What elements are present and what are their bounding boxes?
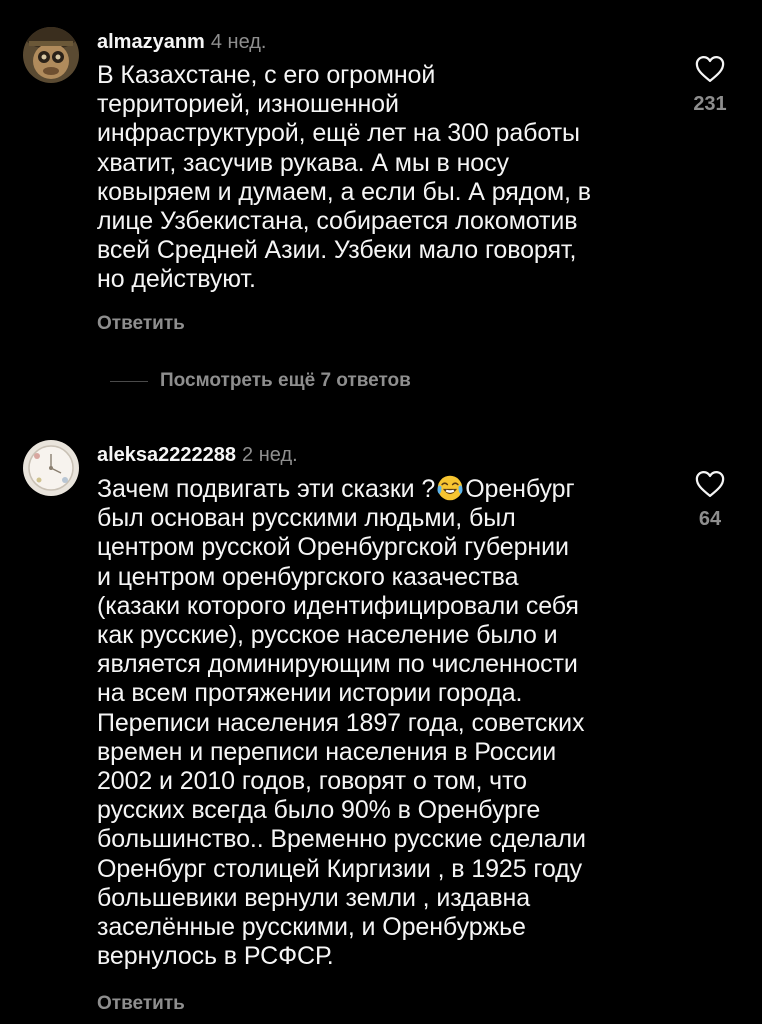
divider-line: [110, 380, 148, 382]
avatar-image-icon: [23, 440, 79, 496]
avatar-almazyanm[interactable]: [23, 27, 79, 83]
avatar-aleksa2222288[interactable]: [23, 440, 79, 496]
view-more-replies-button[interactable]: Посмотреть ещё 7 ответов: [110, 368, 411, 394]
like-count: 231: [693, 93, 727, 115]
comment-header: aleksa2222288 2 нед.: [97, 443, 298, 467]
reply-button[interactable]: Ответить: [97, 313, 185, 335]
like-button[interactable]: 231: [685, 55, 735, 116]
avatar-image-icon: [23, 27, 79, 83]
comment-text: Зачем подвигать эти сказки ? Оренбург бы…: [97, 474, 672, 971]
like-button[interactable]: 64: [685, 470, 735, 531]
view-more-replies-label: Посмотреть ещё 7 ответов: [160, 370, 411, 391]
face-with-tears-of-joy-icon: [437, 475, 463, 501]
comment-text-part-1: Зачем подвигать эти сказки ?: [97, 475, 436, 503]
comment-text: В Казахстане, с его огромной территорией…: [97, 61, 591, 294]
heart-outline-icon: [695, 56, 725, 82]
comment-text-part-2: Оренбург был основан русскими людьми, бы…: [97, 475, 586, 971]
username[interactable]: aleksa2222288: [97, 444, 236, 466]
timestamp: 2 нед.: [242, 444, 298, 466]
heart-outline-icon: [695, 471, 725, 497]
comment-header: almazyanm 4 нед.: [97, 30, 266, 54]
username[interactable]: almazyanm: [97, 31, 205, 53]
timestamp: 4 нед.: [210, 31, 267, 53]
reply-button[interactable]: Ответить: [97, 993, 185, 1015]
like-count: 64: [698, 508, 722, 530]
